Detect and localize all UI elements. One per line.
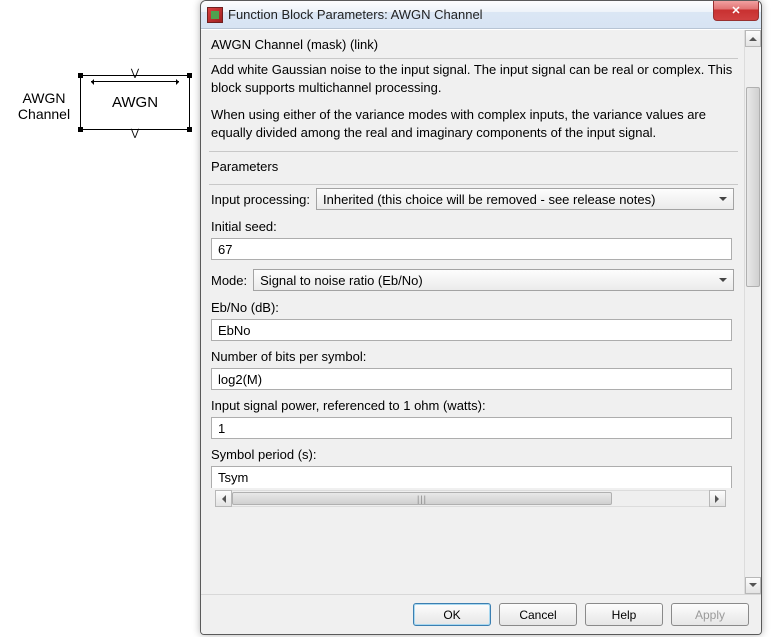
initial-seed-label: Initial seed: bbox=[209, 213, 744, 238]
window-title: Function Block Parameters: AWGN Channel bbox=[228, 7, 713, 22]
input-power-input[interactable] bbox=[211, 417, 732, 439]
block-text: AWGN bbox=[112, 94, 158, 111]
content-area: AWGN Channel (mask) (link) Add white Gau… bbox=[201, 30, 744, 594]
initial-seed-input[interactable] bbox=[211, 238, 732, 260]
vscroll-up-button[interactable] bbox=[745, 30, 761, 47]
dialog-button-row: OK Cancel Help Apply bbox=[201, 594, 761, 634]
mode-value: Signal to noise ratio (Eb/No) bbox=[260, 273, 423, 288]
ebno-label: Eb/No (dB): bbox=[209, 294, 744, 319]
simulink-block[interactable]: AWGN ⋁ ⋁ bbox=[80, 75, 190, 130]
apply-button: Apply bbox=[671, 603, 749, 626]
ok-button[interactable]: OK bbox=[413, 603, 491, 626]
chevron-left-icon bbox=[218, 495, 226, 503]
horizontal-scrollbar[interactable]: ||| bbox=[215, 490, 726, 507]
mode-label: Mode: bbox=[211, 273, 247, 288]
hscroll-left-button[interactable] bbox=[215, 490, 232, 507]
description-paragraph-2: When using either of the variance modes … bbox=[209, 104, 744, 149]
help-button[interactable]: Help bbox=[585, 603, 663, 626]
mode-dropdown[interactable]: Signal to noise ratio (Eb/No) bbox=[253, 269, 734, 291]
description-paragraph-1: Add white Gaussian noise to the input si… bbox=[209, 59, 744, 104]
chevron-up-icon bbox=[749, 33, 757, 41]
selection-handle[interactable] bbox=[78, 73, 83, 78]
selection-handle[interactable] bbox=[187, 73, 192, 78]
parameters-header: Parameters bbox=[209, 152, 744, 182]
chevron-down-icon bbox=[749, 583, 757, 591]
hscroll-right-button[interactable] bbox=[709, 490, 726, 507]
titlebar[interactable]: Function Block Parameters: AWGN Channel … bbox=[201, 1, 761, 29]
symbol-period-input[interactable] bbox=[211, 466, 732, 488]
cancel-button[interactable]: Cancel bbox=[499, 603, 577, 626]
block-inner-arrow bbox=[91, 81, 179, 85]
symbol-period-label: Symbol period (s): bbox=[209, 441, 744, 466]
dialog-body: AWGN Channel (mask) (link) Add white Gau… bbox=[201, 29, 761, 594]
mask-title: AWGN Channel (mask) (link) bbox=[209, 34, 744, 56]
block-port-top[interactable]: ⋁ bbox=[131, 68, 139, 79]
selection-handle[interactable] bbox=[187, 127, 192, 132]
input-processing-row: Input processing: Inherited (this choice… bbox=[209, 185, 744, 213]
input-processing-dropdown[interactable]: Inherited (this choice will be removed -… bbox=[316, 188, 734, 210]
selection-handle[interactable] bbox=[78, 127, 83, 132]
vertical-scrollbar[interactable] bbox=[744, 30, 761, 594]
close-icon: ✕ bbox=[731, 4, 740, 17]
bits-per-symbol-input[interactable] bbox=[211, 368, 732, 390]
hscroll-grip-icon: ||| bbox=[417, 494, 427, 504]
close-button[interactable]: ✕ bbox=[713, 1, 759, 21]
vscroll-thumb[interactable] bbox=[746, 87, 760, 287]
hscroll-track[interactable]: ||| bbox=[232, 490, 709, 507]
vscroll-track[interactable] bbox=[745, 47, 761, 577]
app-icon bbox=[207, 7, 223, 23]
input-processing-value: Inherited (this choice will be removed -… bbox=[323, 192, 655, 207]
ebno-input[interactable] bbox=[211, 319, 732, 341]
vscroll-down-button[interactable] bbox=[745, 577, 761, 594]
parameters-dialog: Function Block Parameters: AWGN Channel … bbox=[200, 0, 762, 635]
input-processing-label: Input processing: bbox=[211, 192, 310, 207]
input-power-label: Input signal power, referenced to 1 ohm … bbox=[209, 392, 744, 417]
mode-row: Mode: Signal to noise ratio (Eb/No) bbox=[209, 266, 744, 294]
bits-per-symbol-label: Number of bits per symbol: bbox=[209, 343, 744, 368]
simulink-block-name: AWGN Channel bbox=[15, 90, 73, 122]
block-label-line1: AWGN bbox=[22, 90, 65, 106]
hscroll-thumb[interactable]: ||| bbox=[232, 492, 612, 505]
block-port-bottom[interactable]: ⋁ bbox=[131, 128, 139, 139]
chevron-right-icon bbox=[715, 495, 723, 503]
block-label-line2: Channel bbox=[18, 106, 70, 122]
